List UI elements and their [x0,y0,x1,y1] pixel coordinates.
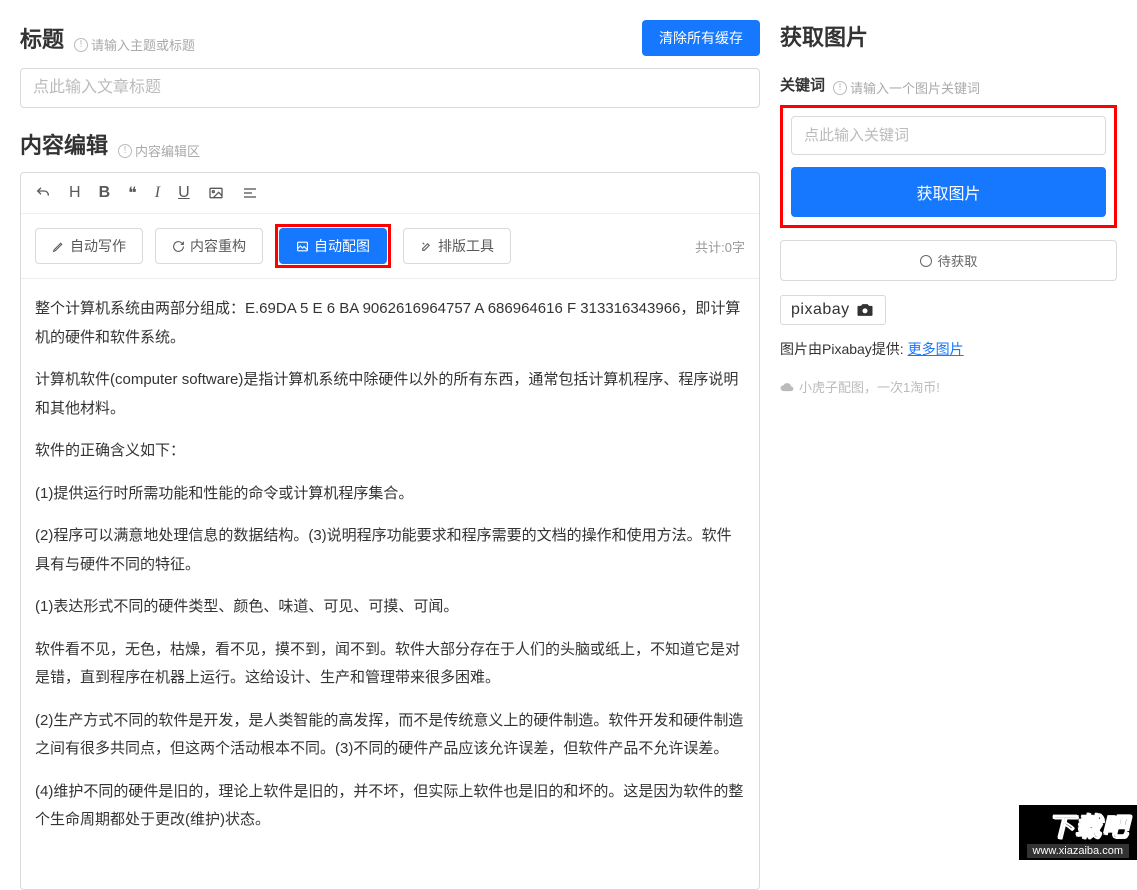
fetch-image-button[interactable]: 获取图片 [791,167,1106,217]
auto-image-highlight: 自动配图 [275,224,391,268]
keyword-hint: ! 请输入一个图片关键词 [833,78,980,97]
camera-icon [855,300,875,320]
word-count: 共计:0字 [695,237,745,256]
pencil-icon [52,240,65,253]
align-left-icon[interactable] [242,185,258,201]
editor-heading: 内容编辑 [20,128,108,160]
keyword-highlight-box: 获取图片 [780,105,1117,228]
more-images-link[interactable]: 更多图片 [908,341,964,357]
editor-content[interactable]: 整个计算机系统由两部分组成：E.69DA 5 E 6 BA 9062616964… [21,279,759,889]
picture-icon [296,240,309,253]
paragraph: 软件看不见，无色，枯燥，看不见，摸不到，闻不到。软件大部分存在于人们的头脑或纸上… [35,636,745,693]
info-icon: ! [118,144,132,158]
restructure-button[interactable]: 内容重构 [155,228,263,264]
undo-icon[interactable] [35,185,51,201]
heading-icon[interactable]: H [69,184,81,202]
auto-image-button[interactable]: 自动配图 [279,228,387,264]
credit-line: 图片由Pixabay提供: 更多图片 [780,339,1117,359]
info-icon: ! [833,81,847,95]
editor-box: H B ❝ I U 自动写作 内容重构 [20,172,760,890]
keyword-label-row: 关键词 ! 请输入一个图片关键词 [780,74,1117,97]
title-heading: 标题 [20,22,64,54]
watermark: 下载吧 www.xiazaiba.com [1019,805,1137,860]
pending-button[interactable]: 待获取 [780,240,1117,281]
layout-tool-button[interactable]: 排版工具 [403,228,511,264]
main-column: 标题 ! 请输入主题或标题 清除所有缓存 内容编辑 ! 内容编辑区 [0,0,770,860]
side-column: 获取图片 关键词 ! 请输入一个图片关键词 获取图片 待获取 pixabay 图… [770,0,1137,860]
paragraph: 软件的正确含义如下： [35,437,745,466]
bold-icon[interactable]: B [99,184,111,202]
paragraph: (2)生产方式不同的软件是开发，是人类智能的高发挥，而不是传统意义上的硬件制造。… [35,707,745,764]
quote-icon[interactable]: ❝ [128,183,137,203]
paragraph: (4)维护不同的硬件是旧的，理论上软件是旧的，并不坏，但实际上软件也是旧的和坏的… [35,778,745,835]
paragraph: (2)程序可以满意地处理信息的数据结构。(3)说明程序功能要求和程序需要的文档的… [35,522,745,579]
underline-icon[interactable]: U [178,184,190,202]
circle-icon [920,255,932,267]
action-toolbar: 自动写作 内容重构 自动配图 排版工具 共计:0字 [21,214,759,279]
refresh-icon [172,240,185,253]
bottom-hint: 小虎子配图，一次1淘币! [780,377,1117,396]
format-toolbar: H B ❝ I U [21,173,759,214]
paragraph: 整个计算机系统由两部分组成：E.69DA 5 E 6 BA 9062616964… [35,295,745,352]
title-section-header: 标题 ! 请输入主题或标题 清除所有缓存 [20,20,760,56]
paragraph: 计算机软件(computer software)是指计算机系统中除硬件以外的所有… [35,366,745,423]
keyword-label: 关键词 [780,74,825,95]
side-title: 获取图片 [780,20,1117,52]
auto-write-button[interactable]: 自动写作 [35,228,143,264]
editor-hint: ! 内容编辑区 [118,141,200,160]
editor-section-header: 内容编辑 ! 内容编辑区 [20,128,760,160]
article-title-input[interactable] [20,68,760,108]
paragraph: (1)表达形式不同的硬件类型、颜色、味道、可见、可摸、可闻。 [35,593,745,622]
image-icon[interactable] [208,185,224,201]
paragraph: (1)提供运行时所需功能和性能的命令或计算机程序集合。 [35,480,745,509]
cloud-icon [780,380,794,394]
info-icon: ! [74,38,88,52]
keyword-input[interactable] [791,116,1106,155]
title-hint: ! 请输入主题或标题 [74,35,195,54]
tools-icon [420,240,433,253]
italic-icon[interactable]: I [155,184,160,202]
clear-cache-button[interactable]: 清除所有缓存 [642,20,760,56]
pixabay-badge: pixabay [780,295,886,325]
